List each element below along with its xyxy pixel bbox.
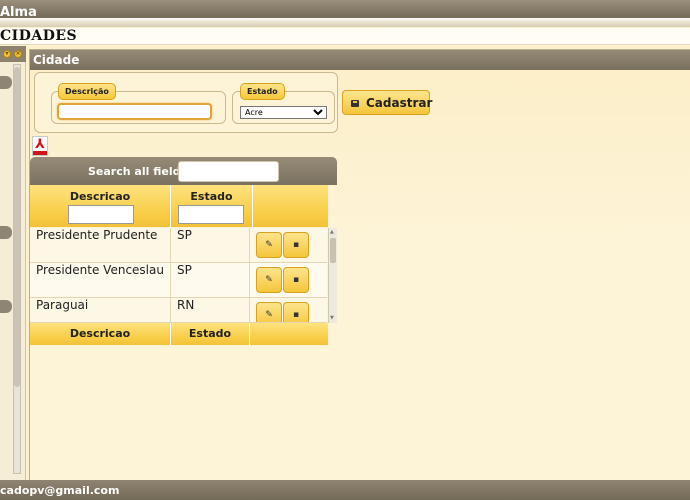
table-row[interactable]: Presidente Prudente SP ✎ ▪ — [30, 228, 327, 263]
pdf-icon[interactable]: ⅄ — [32, 136, 48, 156]
column-header-label: Descricao — [69, 190, 131, 203]
cadastrar-label: Cadastrar — [366, 96, 433, 110]
column-footer-descricao: Descricao — [30, 323, 171, 345]
grid-scrollbar-thumb[interactable] — [330, 238, 336, 263]
estado-legend: Estado — [240, 83, 285, 100]
column-footer-actions — [250, 323, 328, 345]
descricao-legend: Descrição — [58, 83, 116, 100]
table-row[interactable]: Paraguai RN ✎ ▪ — [30, 298, 327, 323]
estado-select[interactable]: Acre — [240, 106, 327, 119]
collapsed-tab[interactable] — [0, 226, 12, 239]
scroll-up-icon[interactable]: ▲ — [330, 230, 334, 235]
trash-icon[interactable]: ▪ — [283, 232, 309, 258]
scrollbar-thumb[interactable] — [14, 67, 20, 387]
pencil-icon[interactable]: ✎ — [256, 302, 282, 322]
collapsed-tab[interactable] — [0, 300, 12, 313]
pdf-band — [33, 151, 47, 155]
footer-email: cadopv@gmail.com — [0, 484, 120, 497]
cell-estado: SP — [171, 263, 250, 298]
trash-icon[interactable]: ▪ — [283, 267, 309, 293]
cell-estado: RN — [171, 298, 250, 322]
search-label: Search all fields: — [88, 165, 192, 178]
pencil-icon[interactable]: ✎ — [256, 232, 282, 258]
pdf-glyph: ⅄ — [35, 137, 45, 152]
scroll-down-icon[interactable]: ▼ — [330, 316, 334, 321]
search-input[interactable] — [178, 161, 279, 182]
table-row[interactable]: Presidente Venceslau SP ✎ ▪ — [30, 263, 327, 298]
cell-descricao: Presidente Venceslau — [30, 263, 171, 298]
cadastrar-button[interactable]: Cadastrar — [342, 90, 433, 115]
column-footer-label: Estado — [188, 327, 232, 340]
cell-descricao: Paraguai — [30, 298, 171, 322]
cell-descricao: Presidente Prudente — [30, 228, 171, 263]
titlebar-band — [0, 18, 690, 27]
column-footer-label: Descricao — [69, 327, 131, 340]
filter-estado-input[interactable] — [178, 205, 244, 224]
column-header-estado[interactable]: Estado — [171, 185, 253, 227]
left-panel-scrollbar[interactable] — [13, 64, 21, 474]
save-icon — [351, 100, 359, 107]
page-title: CIDADES — [0, 28, 78, 44]
left-panel-header: ▾ × — [0, 46, 26, 62]
descricao-input[interactable] — [57, 103, 212, 120]
collapsed-tab[interactable] — [0, 76, 12, 89]
pin-icon[interactable]: ▾ — [3, 50, 11, 58]
page-header: CIDADES — [0, 28, 690, 45]
filter-descricao-input[interactable] — [68, 205, 134, 224]
grid-scrollbar[interactable]: ▲ ▼ — [328, 228, 337, 323]
column-header-actions — [253, 185, 328, 227]
cell-estado: SP — [171, 228, 250, 263]
grid-search-bar: Search all fields: — [30, 157, 337, 185]
close-icon[interactable]: × — [14, 50, 22, 58]
footer-bar: cadopv@gmail.com — [0, 480, 690, 500]
window-title: Cidade — [30, 50, 690, 70]
column-header-label: Estado — [190, 190, 233, 203]
column-header-descricao[interactable]: Descricao — [30, 185, 171, 227]
trash-icon[interactable]: ▪ — [283, 302, 309, 322]
app-titlebar: Alma — [0, 0, 690, 27]
left-panel: ▾ × — [0, 46, 26, 480]
column-footer-estado: Estado — [171, 323, 250, 345]
pencil-icon[interactable]: ✎ — [256, 267, 282, 293]
